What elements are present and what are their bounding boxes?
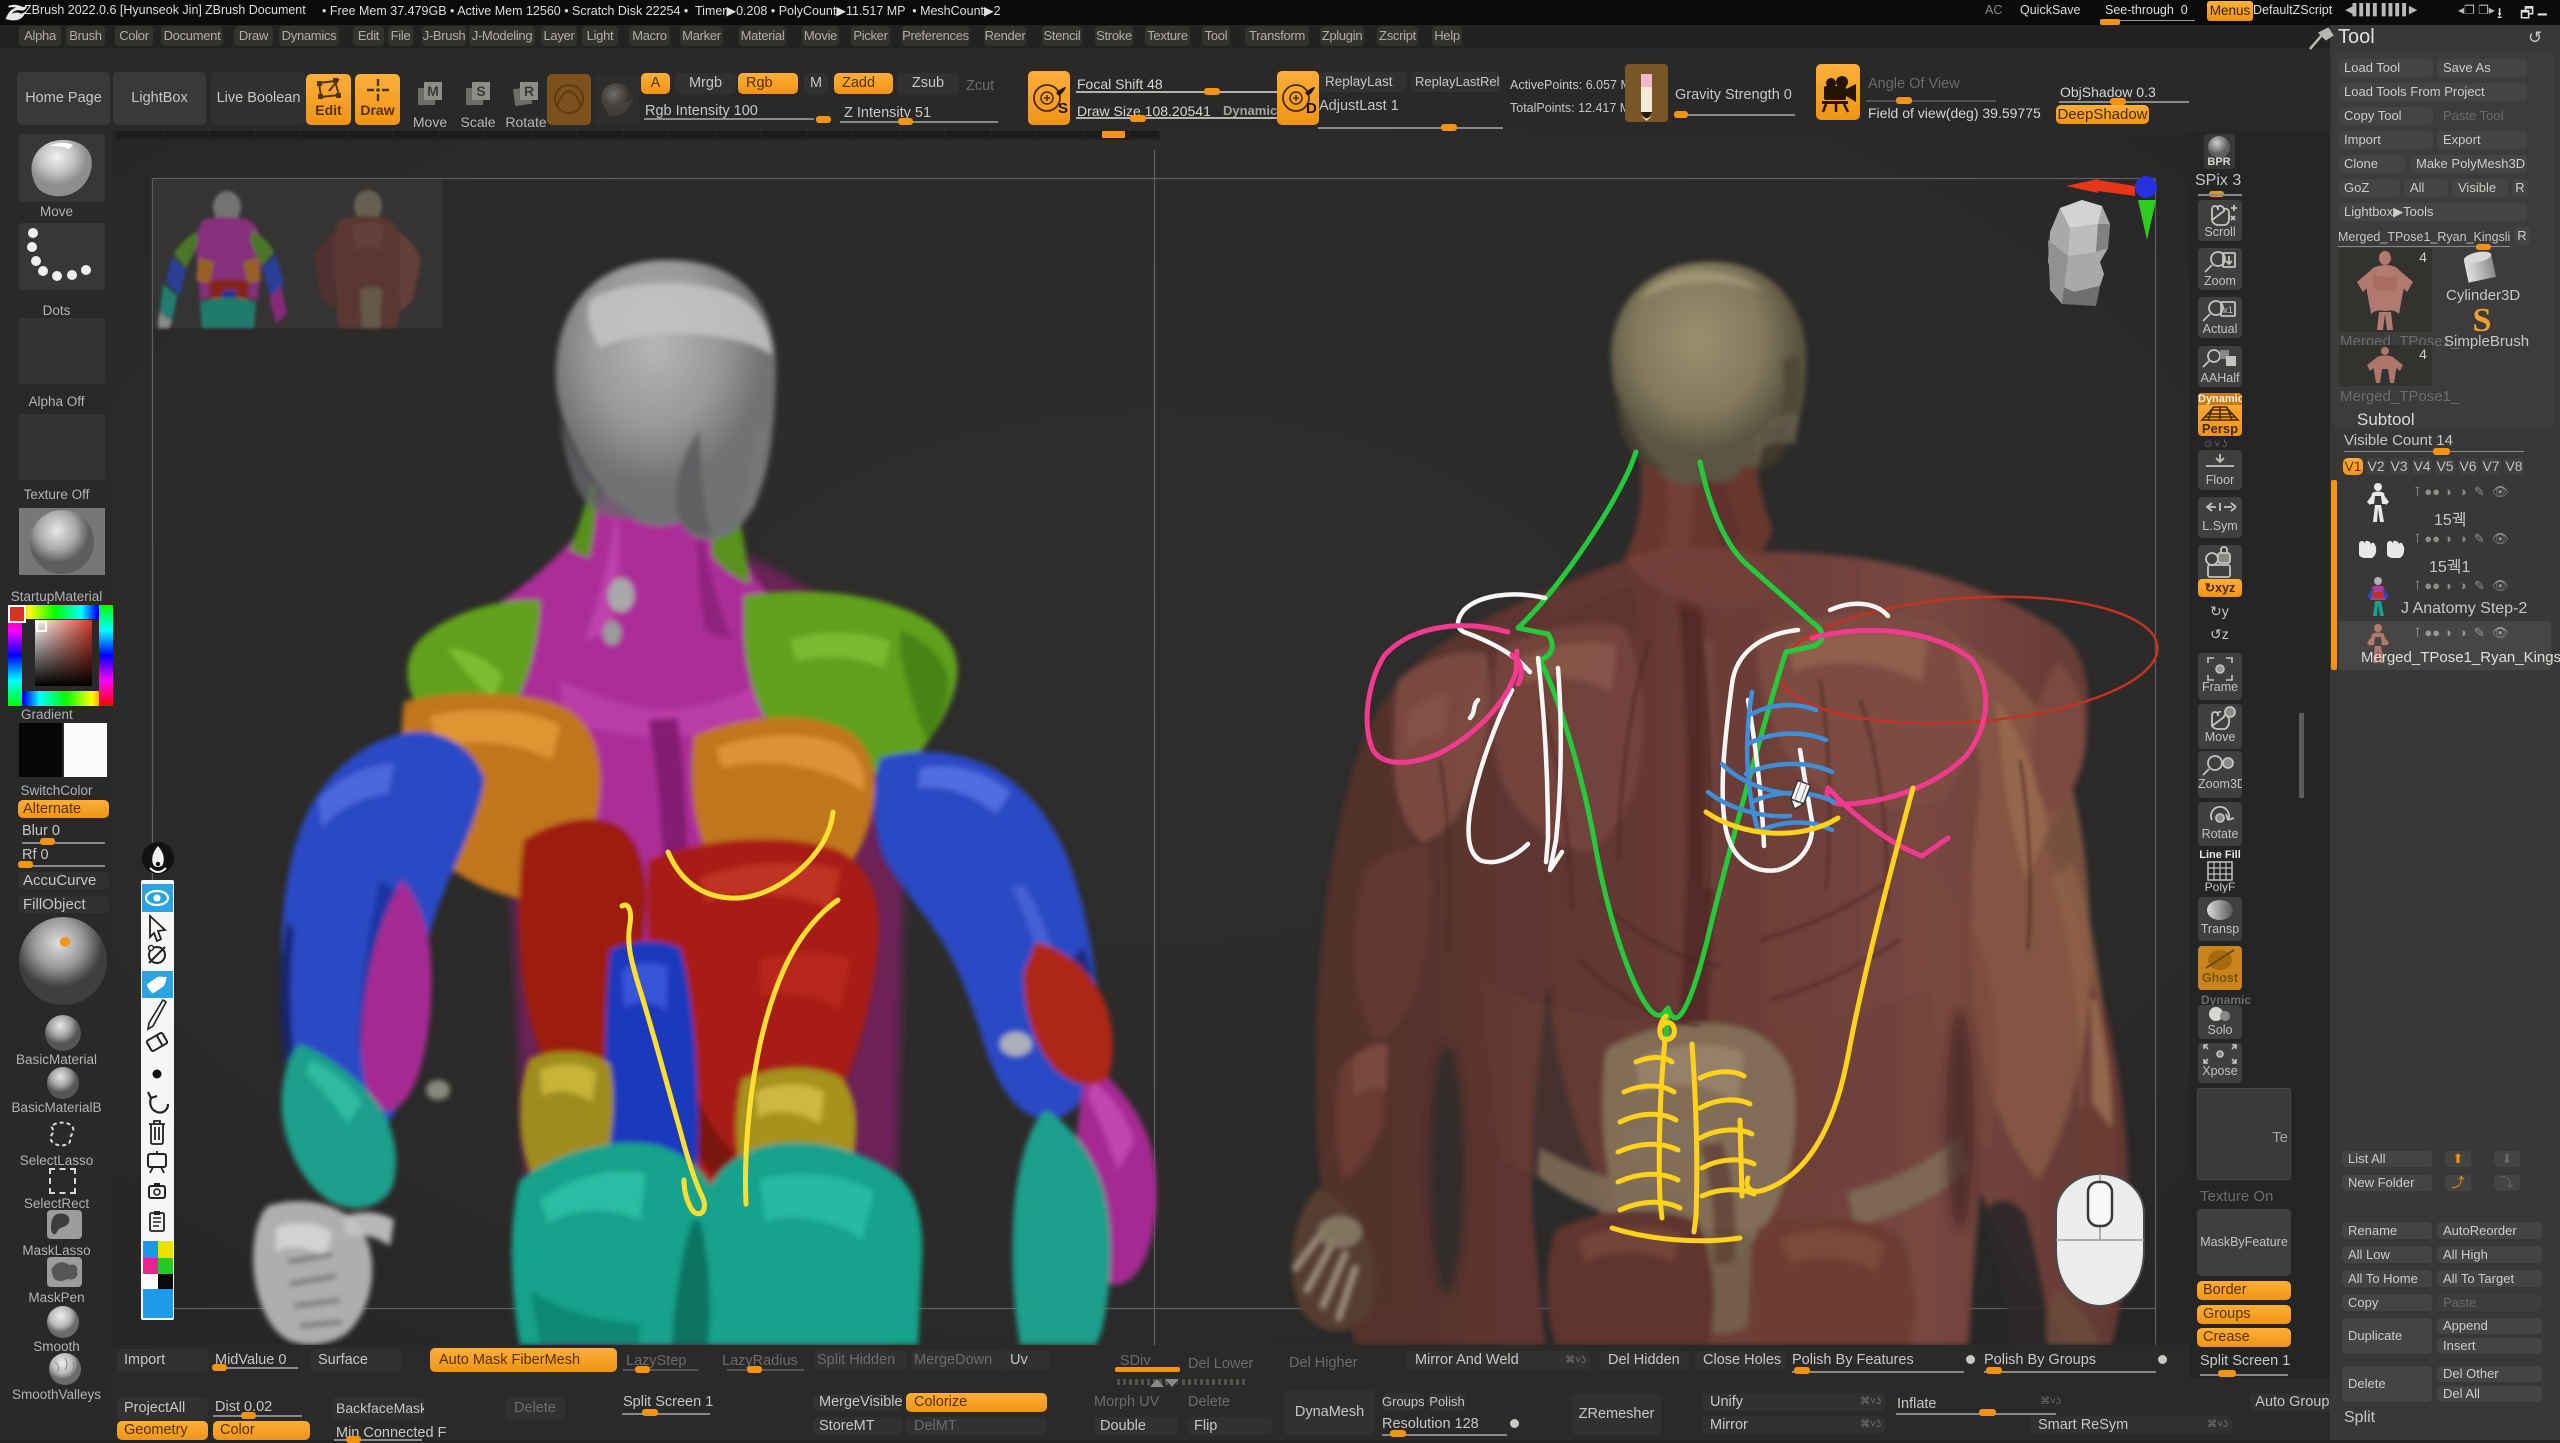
svg-text:4: 4 [2419,346,2427,362]
svg-text:M: M [427,83,439,99]
svg-text:S: S [2473,304,2492,334]
svg-text:S: S [1058,100,1068,117]
svg-text:S: S [476,83,485,99]
svg-text:BPR: BPR [2207,156,2230,168]
svg-text:x1: x1 [2223,305,2233,315]
svg-text:D: D [1306,100,1317,117]
svg-text:R: R [524,83,534,99]
svg-text:4: 4 [2419,249,2427,265]
